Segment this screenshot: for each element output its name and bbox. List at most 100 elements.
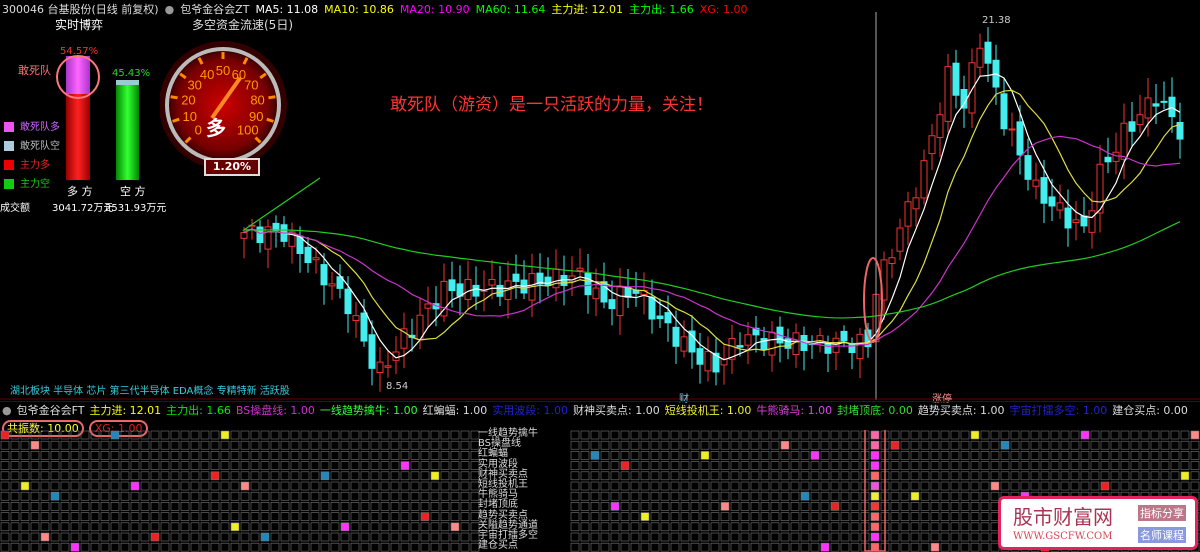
signal-cell xyxy=(170,451,180,460)
gauge-tick-label: 40 xyxy=(200,67,214,82)
signal-cell xyxy=(30,481,40,491)
signal-cell xyxy=(750,451,760,460)
candle xyxy=(824,335,832,373)
signal-cell xyxy=(290,491,300,501)
signal-cell xyxy=(700,471,710,481)
signal-cell xyxy=(690,430,700,440)
signal-cell xyxy=(810,451,820,460)
signal-cell xyxy=(900,430,910,440)
signal-cell xyxy=(290,532,300,542)
signal-cell xyxy=(940,491,950,501)
signal-cell xyxy=(870,522,880,532)
signal-cell xyxy=(130,491,140,501)
signal-cell xyxy=(1110,481,1120,491)
signal-cell xyxy=(30,451,40,460)
signal-cell xyxy=(80,512,90,521)
signal-cell xyxy=(670,461,680,470)
signal-cell xyxy=(750,532,760,542)
signal-cell xyxy=(350,430,360,440)
signal-cell xyxy=(910,502,920,511)
signal-cell xyxy=(980,522,990,532)
signal-cell xyxy=(570,502,580,511)
signal-cell xyxy=(1060,471,1070,481)
signal-cell xyxy=(770,542,780,552)
signal-cell xyxy=(610,440,620,450)
signal-cell xyxy=(620,532,630,542)
signal-cell xyxy=(740,481,750,491)
settings-icon[interactable]: ● xyxy=(2,404,12,417)
signal-cell xyxy=(690,471,700,481)
signal-cell xyxy=(790,522,800,532)
signal-cell xyxy=(40,440,50,450)
signal-cell xyxy=(920,522,930,532)
signal-cell xyxy=(440,522,450,532)
candle xyxy=(768,321,776,372)
candle xyxy=(1064,189,1072,247)
signal-cell xyxy=(840,542,850,552)
signal-cell xyxy=(590,502,600,511)
watermark-name: 股市财富网 xyxy=(1013,505,1113,529)
signal-cell xyxy=(620,430,630,440)
signal-cell xyxy=(980,481,990,491)
signal-cell xyxy=(640,542,650,552)
signal-cell xyxy=(0,512,10,521)
signal-cell xyxy=(360,542,370,552)
tag-indicator-share[interactable]: 指标分享 xyxy=(1138,505,1186,521)
signal-cell xyxy=(590,532,600,542)
signal-cell xyxy=(1030,440,1040,450)
ma5-line xyxy=(243,73,1181,361)
signal-cell xyxy=(610,471,620,481)
signal-cell xyxy=(990,451,1000,460)
signal-cell xyxy=(790,542,800,552)
signal-cell xyxy=(620,451,630,460)
candle xyxy=(464,260,472,310)
settings-icon[interactable]: ● xyxy=(165,3,175,16)
signal-cell xyxy=(370,451,380,460)
signal-cell xyxy=(820,502,830,511)
candle xyxy=(1096,144,1104,233)
signal-cell xyxy=(170,471,180,481)
signal-cell xyxy=(30,461,40,470)
signal-cell xyxy=(750,522,760,532)
signal-cell xyxy=(990,481,1000,491)
concept-tags[interactable]: 湖北板块 半导体 芯片 第三代半导体 EDA概念 专精特新 活跃股 xyxy=(10,382,290,397)
signal-cell xyxy=(630,502,640,511)
signal-cell xyxy=(170,430,180,440)
signal-cell xyxy=(1010,471,1020,481)
signal-cell xyxy=(590,522,600,532)
signal-cell xyxy=(630,461,640,470)
signal-cell xyxy=(1030,430,1040,440)
candle xyxy=(1136,94,1144,134)
signal-cell xyxy=(290,522,300,532)
signal-cell xyxy=(830,451,840,460)
signal-cell xyxy=(260,532,270,542)
signal-cell xyxy=(190,532,200,542)
signal-cell xyxy=(750,542,760,552)
signal-cell xyxy=(420,542,430,552)
signal-cell xyxy=(180,502,190,511)
signal-cell xyxy=(1180,461,1190,470)
signal-cell xyxy=(110,451,120,460)
signal-cell xyxy=(810,461,820,470)
signal-cell xyxy=(610,430,620,440)
signal-cell xyxy=(190,512,200,521)
tag-courses[interactable]: 名师课程 xyxy=(1138,527,1186,543)
signal-cell xyxy=(1100,481,1110,491)
signal-cell xyxy=(80,451,90,460)
signal-cell xyxy=(200,491,210,501)
signal-cell xyxy=(420,440,430,450)
signal-cell xyxy=(930,502,940,511)
signal-cell xyxy=(1160,461,1170,470)
signal-cell xyxy=(1000,461,1010,470)
signal-cell xyxy=(760,532,770,542)
signal-cell xyxy=(140,522,150,532)
signal-cell xyxy=(440,471,450,481)
signal-cell xyxy=(730,481,740,491)
signal-cell xyxy=(590,461,600,470)
signal-cell xyxy=(100,522,110,532)
signal-cell xyxy=(810,481,820,491)
signal-cell xyxy=(700,481,710,491)
chart-header: 300046 台基股份(日线 前复权) ● 包爷金谷会ZT MA5: 11.08 MA1… xyxy=(2,1,754,17)
signal-cell xyxy=(50,502,60,511)
signal-cell xyxy=(380,502,390,511)
